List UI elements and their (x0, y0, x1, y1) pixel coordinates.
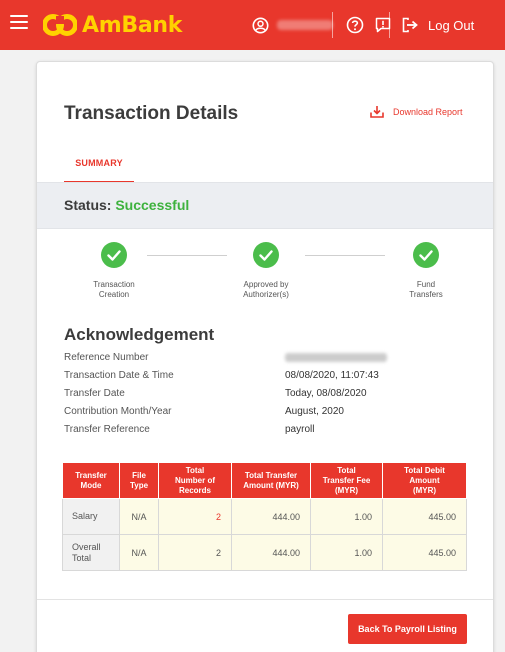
progress-stepper: Transaction Creation Approved by Authorize… (37, 242, 493, 312)
detail-value: August, 2020 (285, 406, 344, 417)
step-fund-transfers: Fund Transfers (381, 242, 471, 300)
detail-label: Transaction Date & Time (64, 370, 174, 381)
feedback-icon[interactable] (373, 15, 393, 35)
detail-label: Transfer Reference (64, 424, 150, 435)
step-label: Fund Transfers (409, 280, 443, 299)
user-icon (252, 17, 269, 33)
step-label: Approved by Authorizer(s) (243, 280, 289, 299)
detail-row-reference-text: Transfer Reference payroll (64, 421, 474, 439)
table-row: Salary N/A 2 444.00 1.00 445.00 (62, 498, 467, 535)
download-icon (370, 106, 384, 118)
brand-name: AmBank (82, 12, 183, 38)
cell-file-type: N/A (119, 498, 159, 535)
detail-value-redacted (285, 352, 387, 363)
status-value: Successful (115, 197, 190, 213)
page-title: Transaction Details (64, 103, 239, 124)
user-name-redacted (277, 20, 333, 30)
detail-row-reference: Reference Number (64, 349, 474, 367)
top-bar: AmBank Log Out (0, 0, 505, 50)
logout-icon (402, 17, 418, 33)
cell-transfer-mode: Overall Total (62, 534, 120, 571)
tab-summary[interactable]: SUMMARY (64, 158, 134, 183)
cell-transfer-fee: 1.00 (310, 498, 383, 535)
detail-value: 08/08/2020, 11:07:43 (285, 370, 379, 381)
cell-transfer-amount: 444.00 (231, 534, 311, 571)
cell-transfer-mode: Salary (62, 498, 120, 535)
cell-transfer-amount: 444.00 (231, 498, 311, 535)
cell-transfer-fee: 1.00 (310, 534, 383, 571)
cell-debit-amount: 445.00 (382, 534, 467, 571)
user-profile[interactable] (252, 13, 333, 37)
acknowledgement-details: Reference Number Transaction Date & Time… (64, 349, 474, 439)
status-label: Status: (64, 197, 112, 213)
step-label: Transaction Creation (93, 280, 135, 299)
column-header-records: Total Number of Records (158, 462, 232, 499)
menu-icon[interactable] (10, 15, 28, 35)
help-icon[interactable] (345, 15, 365, 35)
cell-debit-amount: 445.00 (382, 498, 467, 535)
step-connector (305, 255, 385, 256)
cell-records: 2 (158, 534, 232, 571)
summary-table: Transfer Mode File Type Total Number of Reco… (62, 462, 467, 571)
step-connector (147, 255, 227, 256)
step-approved: Approved by Authorizer(s) (221, 242, 311, 300)
tab-summary-label: SUMMARY (75, 158, 123, 168)
column-header-debit-amount: Total Debit Amount (MYR) (382, 462, 467, 499)
status-text: Status: Successful (64, 197, 189, 213)
divider (332, 12, 333, 38)
logout-label: Log Out (428, 17, 475, 33)
status-banner: Status: Successful (37, 182, 493, 229)
check-circle-icon (413, 242, 439, 268)
table-row-total: Overall Total N/A 2 444.00 1.00 445.00 (62, 534, 467, 571)
logout-button[interactable]: Log Out (402, 14, 474, 36)
detail-row-transfer-date: Transfer Date Today, 08/08/2020 (64, 385, 474, 403)
download-report-button[interactable]: Download Report (370, 105, 463, 118)
check-circle-icon (253, 242, 279, 268)
detail-label: Transfer Date (64, 388, 125, 399)
column-header-transfer-mode: Transfer Mode (62, 462, 120, 499)
column-header-transfer-amount: Total Transfer Amount (MYR) (231, 462, 311, 499)
acknowledgement-title: Acknowledgement (64, 325, 215, 344)
ambank-logo[interactable]: AmBank (43, 10, 182, 40)
table-header-row: Transfer Mode File Type Total Number of Reco… (62, 462, 467, 499)
transaction-card: Transaction Details Download Report SUMM… (36, 61, 494, 652)
detail-row-datetime: Transaction Date & Time 08/08/2020, 11:0… (64, 367, 474, 385)
back-to-payroll-listing-button[interactable]: Back To Payroll Listing (348, 614, 467, 644)
column-header-transfer-fee: Total Transfer Fee (MYR) (310, 462, 383, 499)
detail-value: payroll (285, 424, 315, 435)
divider (389, 12, 390, 38)
detail-row-contribution: Contribution Month/Year August, 2020 (64, 403, 474, 421)
divider (37, 599, 493, 600)
detail-label: Reference Number (64, 352, 149, 363)
detail-label: Contribution Month/Year (64, 406, 172, 417)
records-link[interactable]: 2 (158, 498, 232, 535)
step-transaction-creation: Transaction Creation (69, 242, 159, 300)
download-report-label: Download Report (393, 106, 463, 117)
detail-value: Today, 08/08/2020 (285, 388, 367, 399)
cell-file-type: N/A (119, 534, 159, 571)
column-header-file-type: File Type (119, 462, 159, 499)
ambank-logo-mark-icon (43, 14, 77, 36)
check-circle-icon (101, 242, 127, 268)
